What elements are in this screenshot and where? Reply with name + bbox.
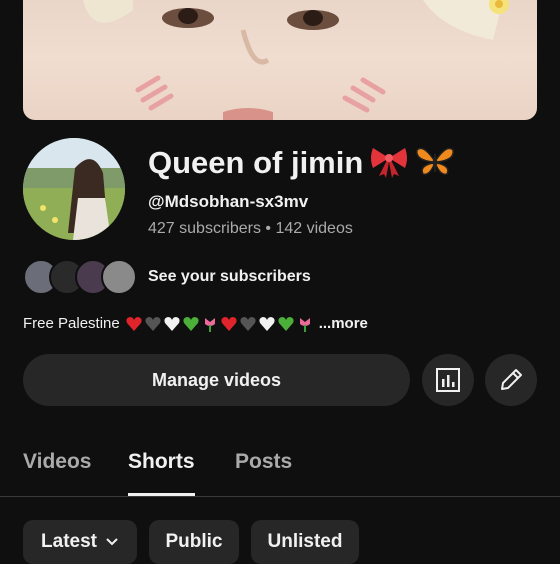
tab-videos[interactable]: Videos xyxy=(23,450,91,474)
butterfly-icon xyxy=(415,144,455,183)
tulip-icon xyxy=(299,317,310,332)
filter-chip-unlisted[interactable]: Unlisted xyxy=(251,520,359,564)
filter-chip-latest[interactable]: Latest xyxy=(23,520,137,564)
black-heart-icon xyxy=(145,316,161,331)
channel-tabs: Videos Shorts Posts xyxy=(0,440,560,497)
channel-handle: @Mdsobhan-sx3mv xyxy=(148,192,309,211)
see-subscribers-link[interactable]: See your subscribers xyxy=(148,268,311,286)
pencil-icon xyxy=(501,369,522,390)
green-heart-icon xyxy=(278,316,294,331)
subscriber-avatars[interactable] xyxy=(23,259,137,295)
filter-chip-label: Unlisted xyxy=(267,531,343,552)
channel-avatar[interactable] xyxy=(23,138,125,240)
filter-chip-label: Public xyxy=(165,531,223,552)
channel-name: Queen of jimin xyxy=(148,145,364,180)
channel-title-row: Queen of jimin xyxy=(148,143,455,183)
channel-stats: 427 subscribers • 142 videos xyxy=(148,220,353,238)
red-heart-icon xyxy=(221,316,237,331)
filter-chip-public[interactable]: Public xyxy=(149,520,239,564)
subscriber-count: 427 subscribers xyxy=(148,220,261,237)
white-heart-icon xyxy=(259,316,275,331)
black-heart-icon xyxy=(240,316,256,331)
chevron-down-icon xyxy=(106,538,118,546)
avatar-image xyxy=(23,138,125,240)
channel-banner xyxy=(23,0,537,120)
edit-channel-button[interactable] xyxy=(485,354,537,406)
banner-image xyxy=(83,0,509,120)
analytics-button[interactable] xyxy=(422,354,474,406)
white-heart-icon xyxy=(164,316,180,331)
channel-description[interactable]: Free Palestine ...more xyxy=(23,315,368,332)
description-more-link[interactable]: ...more xyxy=(319,315,368,332)
green-heart-icon xyxy=(183,316,199,331)
manage-videos-button[interactable]: Manage videos xyxy=(23,354,410,406)
active-tab-indicator xyxy=(128,493,195,496)
tulip-icon xyxy=(204,317,215,332)
filter-chip-label: Latest xyxy=(41,531,97,552)
red-heart-icon xyxy=(126,316,142,331)
ribbon-icon xyxy=(369,144,409,183)
stats-separator: • xyxy=(260,220,276,237)
video-count: 142 videos xyxy=(275,220,353,237)
analytics-icon xyxy=(436,368,460,392)
tab-shorts[interactable]: Shorts xyxy=(128,450,195,474)
subscriber-avatar xyxy=(101,259,137,295)
tab-posts[interactable]: Posts xyxy=(235,450,292,474)
heart-emojis xyxy=(126,316,313,332)
description-text: Free Palestine xyxy=(23,315,120,332)
